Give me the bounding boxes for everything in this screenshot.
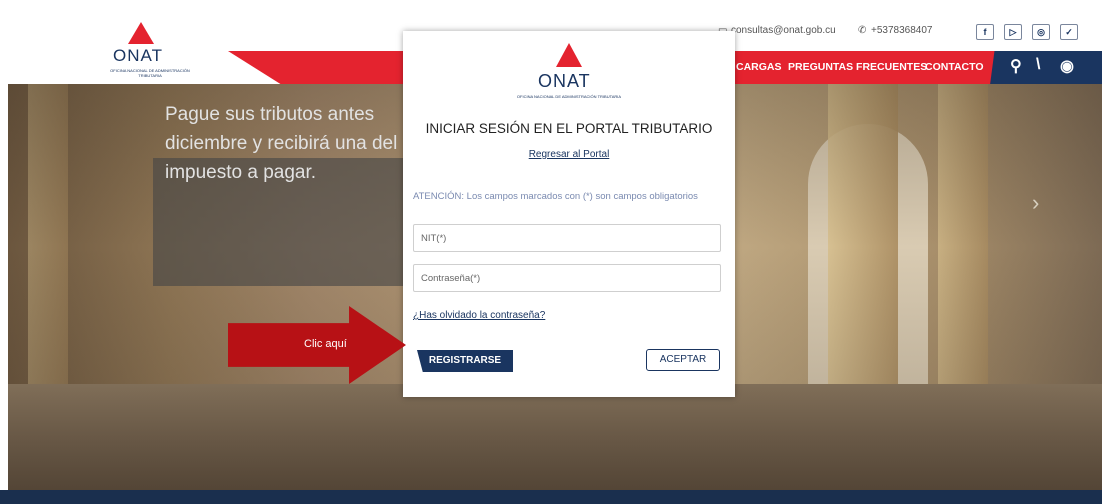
nit-input[interactable] xyxy=(413,224,721,252)
logo-triangle-icon xyxy=(128,22,154,44)
nav-item-contacto[interactable]: CONTACTO xyxy=(925,61,984,73)
footer-bar xyxy=(0,490,1102,504)
youtube-icon[interactable]: ▷ xyxy=(1004,24,1022,40)
phone-icon: ✆ xyxy=(858,25,867,36)
instagram-icon[interactable]: ◎ xyxy=(1032,24,1050,40)
callout-label: Clic aquí xyxy=(304,338,347,350)
forgot-password-link[interactable]: ¿Has olvidado la contraseña? xyxy=(413,310,545,321)
register-button[interactable]: REGISTRARSE xyxy=(417,350,513,372)
accept-button[interactable]: ACEPTAR xyxy=(646,349,720,371)
contact-email[interactable]: consultas@onat.gob.cu xyxy=(731,25,836,36)
back-to-portal-link[interactable]: Regresar al Portal xyxy=(403,149,735,160)
contact-phone[interactable]: +5378368407 xyxy=(871,25,932,36)
onat-logo[interactable]: ONAT Oficina Nacional de Administración … xyxy=(100,22,190,84)
logo-text: ONAT xyxy=(113,46,163,65)
top-strip xyxy=(0,0,1102,12)
user-icon[interactable]: ◉ xyxy=(1060,56,1074,76)
hero-message: Pague sus tributos antes diciembre y rec… xyxy=(165,104,398,183)
modal-logo-subtitle: Oficina Nacional de Administración Tribu… xyxy=(516,94,622,99)
carousel-next-icon[interactable]: › xyxy=(1032,190,1039,216)
nav-tools-bar xyxy=(990,51,1102,85)
nav-item-preguntas-frecuentes[interactable]: PREGUNTAS FRECUENTES xyxy=(788,61,927,73)
password-input[interactable] xyxy=(413,264,721,292)
modal-title: INICIAR SESIÓN EN EL PORTAL TRIBUTARIO xyxy=(425,121,713,136)
search-icon[interactable]: ⚲ xyxy=(1010,56,1022,76)
nav-item-cargas[interactable]: CARGAS xyxy=(736,61,782,73)
twitter-icon[interactable]: ✓ xyxy=(1060,24,1078,40)
modal-logo-text: ONAT xyxy=(538,71,591,91)
logo-subtitle: Oficina Nacional de Administración Tribu… xyxy=(110,68,190,78)
login-modal: ONAT Oficina Nacional de Administración … xyxy=(403,31,735,397)
nav-separator: \ xyxy=(1036,56,1041,73)
facebook-icon[interactable]: f xyxy=(976,24,994,40)
required-fields-notice: ATENCIÓN: Los campos marcados con (*) so… xyxy=(413,191,698,202)
modal-logo-triangle-icon xyxy=(556,43,582,67)
